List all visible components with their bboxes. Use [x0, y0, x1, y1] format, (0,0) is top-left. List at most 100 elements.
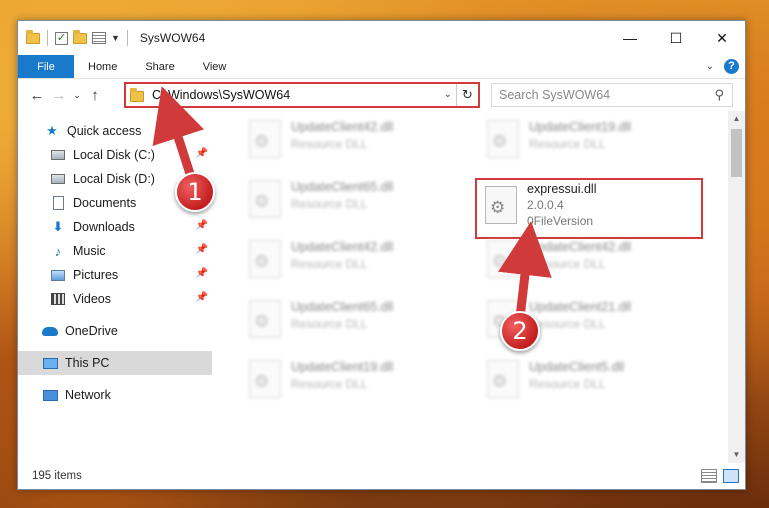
dll-file-icon: [487, 360, 519, 398]
sidebar-item-this-pc[interactable]: This PC: [18, 351, 212, 375]
up-arrow-icon[interactable]: ↑: [84, 87, 106, 104]
minimize-button[interactable]: —: [607, 21, 653, 55]
file-item[interactable]: UpdateClient19.dll Resource DLL: [241, 356, 469, 408]
customize-dropdown-icon[interactable]: ▼: [111, 33, 120, 43]
file-item-expressui[interactable]: expressui.dll 2.0.0.4 0FileVersion: [475, 178, 703, 239]
properties-icon[interactable]: [92, 32, 106, 44]
scroll-up-icon[interactable]: ▲: [728, 111, 745, 127]
close-button[interactable]: ✕: [699, 21, 745, 55]
disk-icon: [51, 174, 65, 184]
file-item[interactable]: UpdateClient42.dll Resource DLL: [241, 116, 469, 168]
scroll-down-icon[interactable]: ▼: [728, 447, 745, 463]
file-type: Resource DLL: [529, 257, 606, 271]
sidebar-item-label: OneDrive: [65, 324, 118, 338]
file-name: expressui.dll: [527, 182, 597, 196]
videos-icon: [51, 293, 65, 305]
ribbon-tabs: File Home Share View ⌄ ?: [18, 55, 745, 79]
search-placeholder: Search SysWOW64: [499, 88, 611, 102]
file-type: Resource DLL: [291, 137, 368, 151]
sidebar-item-network[interactable]: Network: [18, 383, 212, 407]
music-icon: ♪: [54, 243, 62, 259]
item-count: 195 items: [32, 470, 82, 482]
file-type: Resource DLL: [529, 377, 606, 391]
large-icons-view-icon[interactable]: [723, 469, 739, 483]
file-item[interactable]: UpdateClient42.dll Resource DLL: [241, 236, 469, 288]
file-type: Resource DLL: [291, 377, 368, 391]
content-area: ★ Quick access Local Disk (C:) 📌 Local D…: [18, 111, 745, 463]
sidebar-item-videos[interactable]: Videos 📌: [18, 287, 212, 311]
file-item[interactable]: UpdateClient5.dll Resource DLL: [479, 356, 707, 408]
vertical-scrollbar[interactable]: ▲ ▼: [728, 111, 745, 463]
file-name: UpdateClient5.dll: [529, 360, 625, 374]
sidebar-item-label: Music: [73, 244, 106, 258]
file-item[interactable]: UpdateClient65.dll Resource DLL: [241, 296, 469, 348]
sidebar-item-downloads[interactable]: ⬇ Downloads 📌: [18, 215, 212, 239]
expand-ribbon-icon[interactable]: ⌄: [706, 61, 714, 72]
this-pc-icon: [42, 357, 58, 369]
dll-file-icon: [487, 240, 519, 278]
sidebar-item-onedrive[interactable]: OneDrive: [18, 319, 212, 343]
sidebar-item-pictures[interactable]: Pictures 📌: [18, 263, 212, 287]
pin-icon[interactable]: 📌: [196, 148, 208, 159]
file-name: UpdateClient42.dll: [529, 240, 632, 254]
search-input[interactable]: Search SysWOW64 ⚲: [491, 83, 733, 107]
pin-icon[interactable]: 📌: [196, 244, 208, 255]
explorer-window: ✓ ▼ SysWOW64 — ☐ ✕ File Home Share View …: [17, 20, 746, 490]
tab-share[interactable]: Share: [131, 55, 188, 78]
file-name: UpdateClient42.dll: [291, 120, 394, 134]
file-name: UpdateClient19.dll: [291, 360, 394, 374]
file-item[interactable]: UpdateClient42.dll Resource DLL: [479, 236, 707, 288]
file-version: 2.0.0.4: [527, 198, 564, 212]
forward-arrow-icon[interactable]: →: [48, 87, 70, 104]
dll-file-icon: [249, 300, 281, 338]
checkmark-icon[interactable]: ✓: [55, 31, 68, 45]
downloads-icon: ⬇: [52, 219, 64, 234]
file-type: 0FileVersion: [527, 214, 594, 228]
file-type: Resource DLL: [291, 197, 368, 211]
back-arrow-icon[interactable]: ←: [26, 87, 48, 104]
pin-icon[interactable]: 📌: [196, 292, 208, 303]
sidebar-item-music[interactable]: ♪ Music 📌: [18, 239, 212, 263]
pin-icon[interactable]: 📌: [196, 220, 208, 231]
tab-view[interactable]: View: [189, 55, 241, 78]
search-icon[interactable]: ⚲: [714, 87, 724, 103]
help-icon[interactable]: ?: [724, 59, 739, 74]
file-name: UpdateClient65.dll: [291, 300, 394, 314]
tab-home[interactable]: Home: [74, 55, 131, 78]
refresh-icon[interactable]: ↻: [456, 84, 478, 106]
pin-icon[interactable]: 📌: [196, 268, 208, 279]
new-folder-icon[interactable]: [73, 29, 87, 44]
dll-file-icon: [249, 360, 281, 398]
file-list: UpdateClient42.dll Resource DLL UpdateCli…: [213, 111, 728, 463]
file-type: Resource DLL: [529, 137, 606, 151]
status-bar: 195 items: [18, 463, 745, 489]
file-item[interactable]: UpdateClient19.dll Resource DLL: [479, 116, 707, 168]
step-1-badge: 1: [175, 172, 215, 212]
details-view-icon[interactable]: [701, 469, 717, 483]
sidebar-item-quick-access[interactable]: ★ Quick access: [18, 119, 212, 143]
sidebar-item-label: Local Disk (D:): [73, 172, 155, 186]
file-type: Resource DLL: [291, 257, 368, 271]
documents-icon: [52, 196, 64, 210]
address-bar[interactable]: C:\Windows\SysWOW64 ⌄ ↻: [124, 82, 480, 108]
dll-file-icon: [249, 180, 281, 218]
file-name: UpdateClient42.dll: [291, 240, 394, 254]
scrollbar-thumb[interactable]: [731, 129, 742, 177]
maximize-button[interactable]: ☐: [653, 21, 699, 55]
dll-file-icon: [249, 240, 281, 278]
sidebar-item-local-disk-c[interactable]: Local Disk (C:) 📌: [18, 143, 212, 167]
star-icon: ★: [46, 123, 58, 138]
onedrive-icon: [42, 326, 58, 336]
disk-icon: [51, 150, 65, 160]
network-icon: [42, 389, 58, 401]
sidebar-item-label: This PC: [65, 356, 110, 370]
file-type: Resource DLL: [291, 317, 368, 331]
chevron-down-icon[interactable]: ⌄: [444, 89, 452, 100]
recent-locations-icon[interactable]: ⌄: [70, 90, 84, 101]
file-name: UpdateClient21.dll: [529, 300, 632, 314]
tab-file[interactable]: File: [18, 55, 74, 78]
sidebar-item-label: Videos: [73, 292, 111, 306]
folder-icon: [130, 88, 144, 102]
file-name: UpdateClient65.dll: [291, 180, 394, 194]
file-item[interactable]: UpdateClient65.dll Resource DLL: [241, 176, 469, 228]
